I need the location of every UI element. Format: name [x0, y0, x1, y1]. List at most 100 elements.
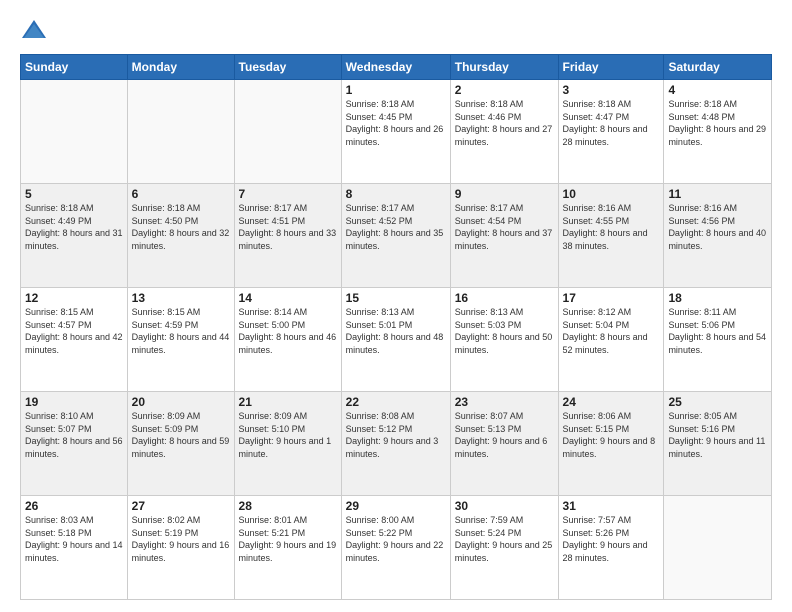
day-info: Sunrise: 8:18 AM Sunset: 4:48 PM Dayligh… [668, 98, 767, 148]
day-cell: 30Sunrise: 7:59 AM Sunset: 5:24 PM Dayli… [450, 496, 558, 600]
day-cell: 20Sunrise: 8:09 AM Sunset: 5:09 PM Dayli… [127, 392, 234, 496]
day-number: 6 [132, 187, 230, 201]
day-info: Sunrise: 8:03 AM Sunset: 5:18 PM Dayligh… [25, 514, 123, 564]
weekday-header-saturday: Saturday [664, 55, 772, 80]
day-info: Sunrise: 8:13 AM Sunset: 5:03 PM Dayligh… [455, 306, 554, 356]
week-row-1: 1Sunrise: 8:18 AM Sunset: 4:45 PM Daylig… [21, 80, 772, 184]
day-cell: 29Sunrise: 8:00 AM Sunset: 5:22 PM Dayli… [341, 496, 450, 600]
day-number: 13 [132, 291, 230, 305]
day-cell: 22Sunrise: 8:08 AM Sunset: 5:12 PM Dayli… [341, 392, 450, 496]
day-cell: 31Sunrise: 7:57 AM Sunset: 5:26 PM Dayli… [558, 496, 664, 600]
day-cell: 26Sunrise: 8:03 AM Sunset: 5:18 PM Dayli… [21, 496, 128, 600]
day-info: Sunrise: 7:57 AM Sunset: 5:26 PM Dayligh… [563, 514, 660, 564]
day-info: Sunrise: 8:11 AM Sunset: 5:06 PM Dayligh… [668, 306, 767, 356]
day-number: 15 [346, 291, 446, 305]
day-cell: 5Sunrise: 8:18 AM Sunset: 4:49 PM Daylig… [21, 184, 128, 288]
day-number: 16 [455, 291, 554, 305]
day-cell: 7Sunrise: 8:17 AM Sunset: 4:51 PM Daylig… [234, 184, 341, 288]
week-row-4: 19Sunrise: 8:10 AM Sunset: 5:07 PM Dayli… [21, 392, 772, 496]
day-info: Sunrise: 8:18 AM Sunset: 4:47 PM Dayligh… [563, 98, 660, 148]
day-cell: 11Sunrise: 8:16 AM Sunset: 4:56 PM Dayli… [664, 184, 772, 288]
day-info: Sunrise: 8:18 AM Sunset: 4:50 PM Dayligh… [132, 202, 230, 252]
day-number: 26 [25, 499, 123, 513]
day-cell: 17Sunrise: 8:12 AM Sunset: 5:04 PM Dayli… [558, 288, 664, 392]
day-cell: 19Sunrise: 8:10 AM Sunset: 5:07 PM Dayli… [21, 392, 128, 496]
day-number: 18 [668, 291, 767, 305]
day-number: 3 [563, 83, 660, 97]
page: SundayMondayTuesdayWednesdayThursdayFrid… [0, 0, 792, 612]
weekday-header-monday: Monday [127, 55, 234, 80]
weekday-header-wednesday: Wednesday [341, 55, 450, 80]
day-number: 2 [455, 83, 554, 97]
day-cell [234, 80, 341, 184]
logo-icon [20, 16, 48, 44]
day-number: 9 [455, 187, 554, 201]
day-number: 31 [563, 499, 660, 513]
day-cell: 18Sunrise: 8:11 AM Sunset: 5:06 PM Dayli… [664, 288, 772, 392]
day-info: Sunrise: 8:10 AM Sunset: 5:07 PM Dayligh… [25, 410, 123, 460]
day-info: Sunrise: 8:16 AM Sunset: 4:55 PM Dayligh… [563, 202, 660, 252]
day-cell: 14Sunrise: 8:14 AM Sunset: 5:00 PM Dayli… [234, 288, 341, 392]
day-cell: 13Sunrise: 8:15 AM Sunset: 4:59 PM Dayli… [127, 288, 234, 392]
day-cell: 24Sunrise: 8:06 AM Sunset: 5:15 PM Dayli… [558, 392, 664, 496]
day-info: Sunrise: 8:18 AM Sunset: 4:45 PM Dayligh… [346, 98, 446, 148]
day-info: Sunrise: 7:59 AM Sunset: 5:24 PM Dayligh… [455, 514, 554, 564]
day-number: 25 [668, 395, 767, 409]
day-info: Sunrise: 8:08 AM Sunset: 5:12 PM Dayligh… [346, 410, 446, 460]
day-info: Sunrise: 8:18 AM Sunset: 4:46 PM Dayligh… [455, 98, 554, 148]
day-cell: 25Sunrise: 8:05 AM Sunset: 5:16 PM Dayli… [664, 392, 772, 496]
day-cell: 1Sunrise: 8:18 AM Sunset: 4:45 PM Daylig… [341, 80, 450, 184]
day-number: 29 [346, 499, 446, 513]
logo-area [20, 16, 52, 44]
calendar-table: SundayMondayTuesdayWednesdayThursdayFrid… [20, 54, 772, 600]
header [20, 16, 772, 44]
day-info: Sunrise: 8:09 AM Sunset: 5:10 PM Dayligh… [239, 410, 337, 460]
day-cell: 2Sunrise: 8:18 AM Sunset: 4:46 PM Daylig… [450, 80, 558, 184]
day-number: 17 [563, 291, 660, 305]
day-number: 24 [563, 395, 660, 409]
day-number: 20 [132, 395, 230, 409]
day-cell [664, 496, 772, 600]
day-info: Sunrise: 8:05 AM Sunset: 5:16 PM Dayligh… [668, 410, 767, 460]
week-row-5: 26Sunrise: 8:03 AM Sunset: 5:18 PM Dayli… [21, 496, 772, 600]
week-row-2: 5Sunrise: 8:18 AM Sunset: 4:49 PM Daylig… [21, 184, 772, 288]
day-info: Sunrise: 8:01 AM Sunset: 5:21 PM Dayligh… [239, 514, 337, 564]
day-cell: 15Sunrise: 8:13 AM Sunset: 5:01 PM Dayli… [341, 288, 450, 392]
day-info: Sunrise: 8:06 AM Sunset: 5:15 PM Dayligh… [563, 410, 660, 460]
day-number: 10 [563, 187, 660, 201]
day-number: 11 [668, 187, 767, 201]
day-number: 1 [346, 83, 446, 97]
day-cell: 21Sunrise: 8:09 AM Sunset: 5:10 PM Dayli… [234, 392, 341, 496]
day-cell: 9Sunrise: 8:17 AM Sunset: 4:54 PM Daylig… [450, 184, 558, 288]
day-cell: 8Sunrise: 8:17 AM Sunset: 4:52 PM Daylig… [341, 184, 450, 288]
day-info: Sunrise: 8:17 AM Sunset: 4:52 PM Dayligh… [346, 202, 446, 252]
day-info: Sunrise: 8:16 AM Sunset: 4:56 PM Dayligh… [668, 202, 767, 252]
day-info: Sunrise: 8:17 AM Sunset: 4:51 PM Dayligh… [239, 202, 337, 252]
day-cell: 23Sunrise: 8:07 AM Sunset: 5:13 PM Dayli… [450, 392, 558, 496]
weekday-header-thursday: Thursday [450, 55, 558, 80]
day-number: 14 [239, 291, 337, 305]
day-info: Sunrise: 8:09 AM Sunset: 5:09 PM Dayligh… [132, 410, 230, 460]
day-number: 5 [25, 187, 123, 201]
week-row-3: 12Sunrise: 8:15 AM Sunset: 4:57 PM Dayli… [21, 288, 772, 392]
day-number: 27 [132, 499, 230, 513]
day-info: Sunrise: 8:15 AM Sunset: 4:57 PM Dayligh… [25, 306, 123, 356]
day-cell: 28Sunrise: 8:01 AM Sunset: 5:21 PM Dayli… [234, 496, 341, 600]
day-info: Sunrise: 8:00 AM Sunset: 5:22 PM Dayligh… [346, 514, 446, 564]
day-cell: 12Sunrise: 8:15 AM Sunset: 4:57 PM Dayli… [21, 288, 128, 392]
day-cell: 3Sunrise: 8:18 AM Sunset: 4:47 PM Daylig… [558, 80, 664, 184]
day-info: Sunrise: 8:07 AM Sunset: 5:13 PM Dayligh… [455, 410, 554, 460]
day-cell [127, 80, 234, 184]
weekday-header-tuesday: Tuesday [234, 55, 341, 80]
day-cell: 27Sunrise: 8:02 AM Sunset: 5:19 PM Dayli… [127, 496, 234, 600]
day-cell: 10Sunrise: 8:16 AM Sunset: 4:55 PM Dayli… [558, 184, 664, 288]
weekday-header-row: SundayMondayTuesdayWednesdayThursdayFrid… [21, 55, 772, 80]
day-cell: 16Sunrise: 8:13 AM Sunset: 5:03 PM Dayli… [450, 288, 558, 392]
day-cell [21, 80, 128, 184]
day-number: 4 [668, 83, 767, 97]
day-info: Sunrise: 8:17 AM Sunset: 4:54 PM Dayligh… [455, 202, 554, 252]
day-number: 22 [346, 395, 446, 409]
day-info: Sunrise: 8:12 AM Sunset: 5:04 PM Dayligh… [563, 306, 660, 356]
day-cell: 4Sunrise: 8:18 AM Sunset: 4:48 PM Daylig… [664, 80, 772, 184]
day-number: 21 [239, 395, 337, 409]
